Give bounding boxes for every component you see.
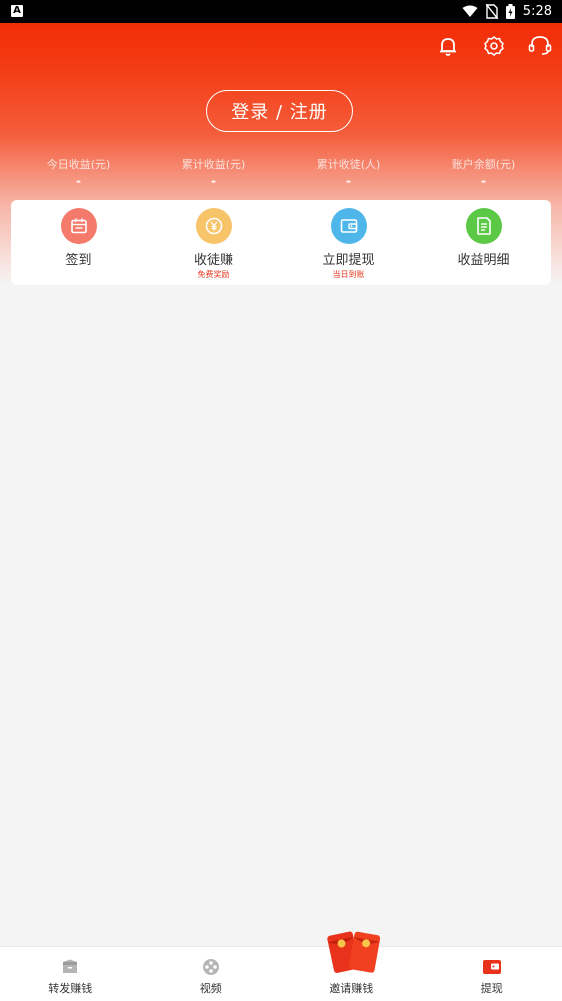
stat-value: - bbox=[281, 174, 416, 188]
gear-icon[interactable] bbox=[482, 34, 506, 58]
no-sim-icon bbox=[486, 4, 498, 19]
stat-value: - bbox=[146, 174, 281, 188]
action-withdraw-now[interactable]: 立即提现 当日到账 bbox=[281, 200, 416, 285]
action-label: 收徒赚 bbox=[146, 249, 281, 268]
content-area bbox=[0, 285, 562, 945]
calendar-icon bbox=[61, 208, 97, 244]
stat-account-balance: 账户余额(元) - bbox=[416, 156, 551, 188]
stat-label: 累计收益(元) bbox=[146, 156, 281, 172]
action-label: 签到 bbox=[11, 249, 146, 268]
tab-label: 视频 bbox=[141, 980, 282, 996]
wifi-icon bbox=[462, 5, 478, 18]
tab-label: 提现 bbox=[422, 980, 562, 996]
action-recruit-apprentice[interactable]: 收徒赚 免费奖励 bbox=[146, 200, 281, 285]
notification-app-icon: A bbox=[11, 5, 23, 17]
stat-total-earnings: 累计收益(元) - bbox=[146, 156, 281, 188]
stat-label: 账户余额(元) bbox=[416, 156, 551, 172]
wallet-icon bbox=[331, 208, 367, 244]
tab-label: 邀请赚钱 bbox=[281, 980, 422, 996]
stat-label: 累计收徒(人) bbox=[281, 156, 416, 172]
tab-share-earn[interactable]: 转发赚钱 bbox=[0, 947, 141, 1001]
action-earnings-detail[interactable]: 收益明细 bbox=[416, 200, 551, 285]
action-label: 收益明细 bbox=[416, 249, 551, 268]
status-time: 5:28 bbox=[523, 4, 552, 19]
wallet-icon bbox=[482, 957, 502, 977]
share-box-icon bbox=[60, 957, 80, 977]
login-register-button[interactable]: 登录 / 注册 bbox=[206, 90, 353, 132]
video-icon bbox=[201, 957, 221, 977]
action-sub-label: 免费奖励 bbox=[146, 269, 281, 280]
stat-value: - bbox=[416, 174, 551, 188]
status-bar: A 5:28 bbox=[0, 0, 562, 23]
battery-icon bbox=[506, 4, 515, 19]
stat-value: - bbox=[11, 174, 146, 188]
stat-total-apprentices: 累计收徒(人) - bbox=[281, 156, 416, 188]
action-sign-in[interactable]: 签到 bbox=[11, 200, 146, 285]
headset-icon[interactable] bbox=[528, 34, 552, 58]
coin-icon bbox=[196, 208, 232, 244]
header-actions bbox=[436, 34, 552, 58]
tab-label: 转发赚钱 bbox=[0, 980, 141, 996]
tab-withdraw[interactable]: 提现 bbox=[422, 947, 562, 1001]
status-indicators: 5:28 bbox=[462, 3, 552, 20]
action-sub-label: 当日到账 bbox=[281, 269, 416, 280]
stat-label: 今日收益(元) bbox=[11, 156, 146, 172]
tab-video[interactable]: 视频 bbox=[141, 947, 282, 1001]
bell-icon[interactable] bbox=[436, 34, 460, 58]
bottom-tab-bar: 转发赚钱 视频 邀请赚钱 提现 bbox=[0, 946, 562, 1001]
quick-actions-card: 签到 收徒赚 免费奖励 立即提现 当日到账 收益明细 bbox=[11, 200, 551, 285]
tab-invite-earn[interactable]: 邀请赚钱 bbox=[281, 947, 422, 1001]
stat-today-earnings: 今日收益(元) - bbox=[11, 156, 146, 188]
red-envelope-icon bbox=[325, 927, 383, 979]
earnings-stats: 今日收益(元) - 累计收益(元) - 累计收徒(人) - 账户余额(元) - bbox=[11, 156, 551, 188]
action-label: 立即提现 bbox=[281, 249, 416, 268]
document-icon bbox=[466, 208, 502, 244]
